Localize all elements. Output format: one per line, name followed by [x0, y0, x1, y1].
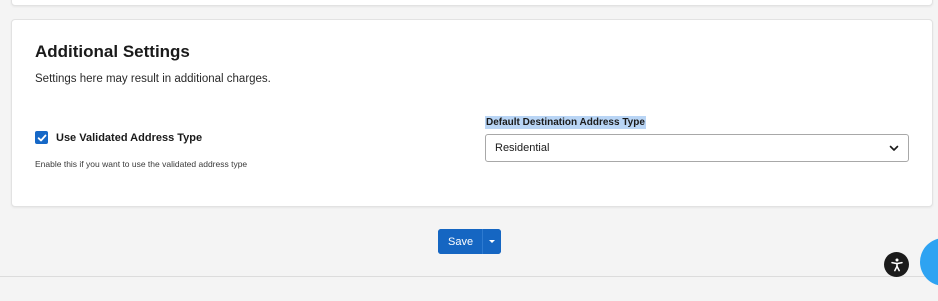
accessibility-icon: [890, 258, 903, 271]
previous-settings-card: [11, 0, 933, 6]
validated-address-checkbox[interactable]: [35, 131, 48, 144]
validated-address-label[interactable]: Use Validated Address Type: [56, 132, 202, 144]
caret-down-icon: [489, 240, 496, 243]
check-icon: [37, 134, 46, 141]
destination-address-select[interactable]: Residential: [485, 134, 909, 162]
validated-address-help-text: Enable this if you want to use the valid…: [35, 159, 248, 169]
destination-address-label: Default Destination Address Type: [485, 116, 646, 129]
accessibility-button[interactable]: [884, 252, 909, 277]
page: Additional Settings Settings here may re…: [0, 0, 938, 301]
save-options-button[interactable]: [482, 229, 502, 254]
card-subtitle: Settings here may result in additional c…: [35, 73, 271, 85]
footer-divider: [0, 276, 938, 277]
additional-settings-card: Additional Settings Settings here may re…: [11, 19, 933, 207]
save-button[interactable]: Save: [438, 229, 483, 254]
destination-address-value: Residential: [495, 142, 550, 154]
chevron-down-icon: [889, 145, 899, 151]
chat-launcher-button[interactable]: [920, 238, 938, 286]
save-button-group: Save: [438, 229, 502, 254]
card-title: Additional Settings: [35, 42, 190, 61]
validated-address-checkbox-row[interactable]: Use Validated Address Type: [35, 131, 202, 144]
